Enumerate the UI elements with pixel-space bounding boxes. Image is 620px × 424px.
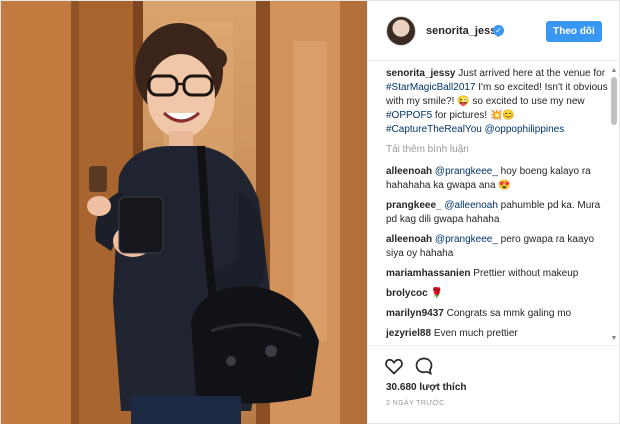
comments-scrollbar[interactable]: ▲ ▼ [610,67,618,343]
mention-hashtag-link[interactable]: #CaptureTheRealYou [386,124,482,135]
comments-list: senorita_jessy Just arrived here at the … [386,67,608,343]
comment-text: 🌹 [430,288,443,299]
mention-hashtag-link[interactable]: @alleenoah [444,200,498,211]
post-actions: 30.680 lượt thích 2 NGÀY TRƯỚC [368,345,620,424]
comment-username[interactable]: alleenoah [386,234,432,245]
mention-hashtag-link[interactable]: #StarMagicBall2017 [386,82,476,93]
mention-hashtag-link[interactable]: @prangkeee_ [435,166,498,177]
comment-body: 🌹 [430,288,442,299]
comment-body: Congrats sa mmk galing mo [447,308,572,319]
comment-entries: alleenoah @prangkeee_ hoy boeng kalayo r… [386,165,608,341]
comment-item: prangkeee_ @alleenoah pahumble pd ka. Mu… [386,199,608,227]
comment-username[interactable]: mariamhassanien [386,268,471,279]
comment-item: jezyriel88 Even much prettier [386,327,608,341]
comment-text: for pictures! 💥😊 [432,110,515,121]
comment-item: marilyn9437 Congrats sa mmk galing mo [386,307,608,321]
comment-username[interactable]: alleenoah [386,166,432,177]
comment-text: Congrats sa mmk galing mo [446,308,572,319]
comment-item: alleenoah @prangkeee_ pero gwapa ra kaay… [386,233,608,261]
comment-username[interactable]: marilyn9437 [386,308,444,319]
avatar[interactable] [386,16,416,46]
heart-icon[interactable] [384,356,404,376]
post-photo-illustration [1,1,367,424]
comment-item: alleenoah @prangkeee_ hoy boeng kalayo r… [386,165,608,193]
instagram-post-card: senorita_jessy ✓ Theo dõi senorita_jessy… [0,0,620,424]
header-username[interactable]: senorita_jessy [426,25,502,37]
mention-hashtag-link[interactable]: @oppophilippines [485,124,565,135]
post-timestamp[interactable]: 2 NGÀY TRƯỚC [386,400,445,407]
scroll-down-arrow-icon[interactable]: ▼ [610,335,618,343]
comment-text: Prettier without makeup [473,268,579,279]
comment-bubble-icon[interactable] [414,356,434,376]
mention-hashtag-link[interactable]: #OPPOF5 [386,110,432,121]
scrollbar-thumb[interactable] [611,77,617,125]
caption: senorita_jessy Just arrived here at the … [386,67,608,137]
comment-item: brolycoc 🌹 [386,287,608,301]
post-photo[interactable] [1,1,367,424]
verified-badge-icon: ✓ [493,25,504,36]
comment-username[interactable]: jezyriel88 [386,328,431,339]
mention-hashtag-link[interactable]: @prangkeee_ [435,234,498,245]
comment-item: mariamhassanien Prettier without makeup [386,267,608,281]
caption-username[interactable]: senorita_jessy [386,68,456,79]
comment-text: Just arrived here at the venue for [458,68,606,79]
load-more-comments-link[interactable]: Tải thêm bình luận [386,143,608,157]
comment-username[interactable]: brolycoc [386,288,428,299]
follow-button[interactable]: Theo dõi [546,21,602,42]
comment-body: Even much prettier [434,328,518,339]
comment-username[interactable]: prangkeee_ [386,200,442,211]
comment-body: Prettier without makeup [473,268,578,279]
comment-text: Even much prettier [433,328,518,339]
post-side-panel: senorita_jessy ✓ Theo dõi senorita_jessy… [367,1,620,424]
likes-count[interactable]: 30.680 lượt thích [386,382,467,393]
scroll-up-arrow-icon[interactable]: ▲ [610,67,618,75]
post-header: senorita_jessy ✓ Theo dõi [368,1,620,61]
